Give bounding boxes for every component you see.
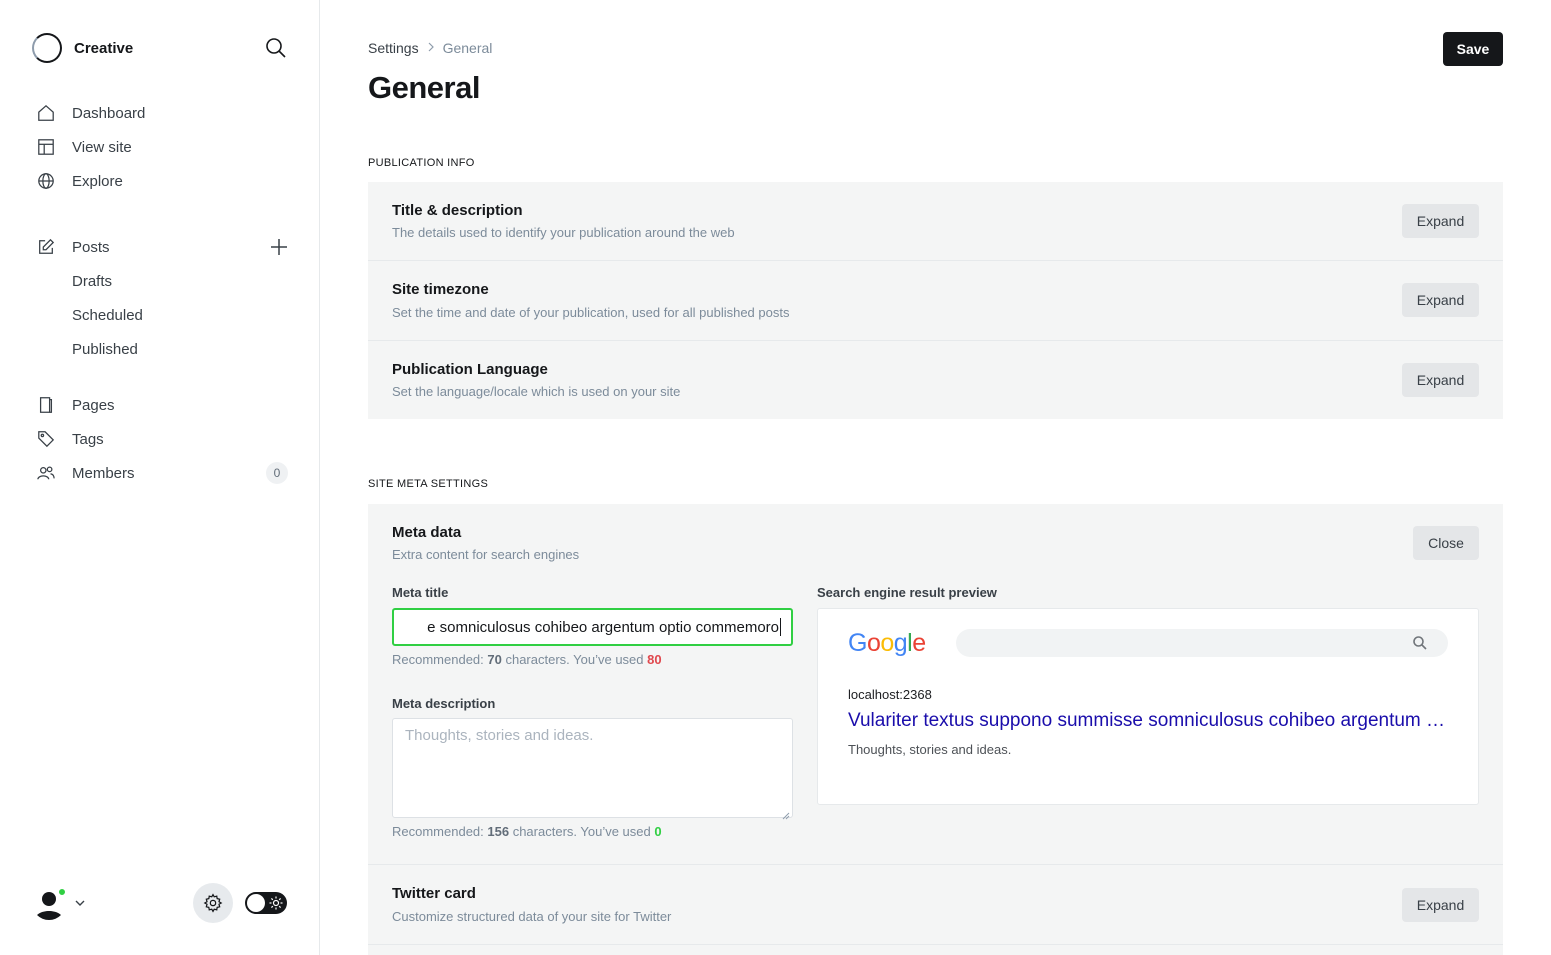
sidebar-item-scheduled[interactable]: Scheduled <box>72 303 143 327</box>
hint-recommended-count: 156 <box>487 824 510 839</box>
row-description: Set the time and date of your publicatio… <box>392 305 790 320</box>
chevron-down-icon <box>74 897 86 909</box>
brand[interactable]: Creative <box>32 32 133 64</box>
serp-search-bar <box>956 629 1448 657</box>
meta-title-hint: Recommended: 70 characters. You’ve used … <box>392 652 662 667</box>
row-title: Title & description <box>392 202 523 219</box>
sidebar-item-members[interactable]: Members <box>36 461 135 485</box>
online-status-dot <box>57 887 67 897</box>
edit-icon <box>36 237 56 257</box>
dark-mode-toggle[interactable] <box>245 892 287 914</box>
layout-icon <box>36 137 56 157</box>
serp-description: Thoughts, stories and ideas. <box>848 742 1012 757</box>
meta-description-label: Meta description <box>392 696 496 711</box>
add-post-icon[interactable] <box>268 236 290 258</box>
row-title: Publication Language <box>392 361 548 378</box>
close-button[interactable]: Close <box>1413 526 1479 560</box>
expand-button[interactable]: Expand <box>1402 363 1479 397</box>
sun-icon <box>268 895 284 911</box>
expand-button[interactable]: Expand <box>1402 283 1479 317</box>
sidebar-item-label: Explore <box>72 172 123 190</box>
row-description: Set the language/locale which is used on… <box>392 384 681 399</box>
sidebar-item-view-site[interactable]: View site <box>36 135 132 159</box>
sidebar-item-label: View site <box>72 138 132 156</box>
hint-text: characters. You’ve used <box>509 824 655 839</box>
row-description: Extra content for search engines <box>392 547 580 562</box>
expand-button[interactable]: Expand <box>1402 888 1479 922</box>
page-title: General <box>368 70 480 105</box>
serp-preview-label: Search engine result preview <box>817 585 997 600</box>
globe-icon <box>36 171 56 191</box>
resize-handle-icon[interactable] <box>782 807 790 820</box>
sidebar: Creative Dashboard View site Explore Pos… <box>0 0 320 955</box>
sidebar-item-label: Dashboard <box>72 104 146 122</box>
sidebar-item-label: Drafts <box>72 272 113 290</box>
row-title: Site timezone <box>392 281 489 298</box>
save-button[interactable]: Save <box>1443 32 1503 66</box>
breadcrumb-current: General <box>442 40 493 56</box>
hint-text: Recommended: <box>392 652 488 667</box>
search-engine-preview: Google localhost:2368 Vulariter textus s… <box>817 608 1479 805</box>
breadcrumb: Settings General <box>368 40 492 56</box>
hint-used-count: 80 <box>647 652 662 667</box>
meta-title-value: e somniculosus cohibeo argentum optio co… <box>427 618 779 636</box>
page-icon <box>36 395 56 415</box>
sidebar-item-explore[interactable]: Explore <box>36 169 123 193</box>
row-description: The details used to identify your public… <box>392 225 735 240</box>
serp-url: localhost:2368 <box>848 687 932 702</box>
hint-recommended-count: 70 <box>487 652 502 667</box>
toggle-knob <box>247 894 265 912</box>
chevron-right-icon <box>427 41 435 55</box>
sidebar-item-tags[interactable]: Tags <box>36 427 104 451</box>
row-description: Customize structured data of your site f… <box>392 909 672 924</box>
sidebar-item-label: Tags <box>72 430 104 448</box>
meta-description-hint: Recommended: 156 characters. You’ve used… <box>392 824 662 839</box>
google-logo: Google <box>848 629 926 657</box>
breadcrumb-settings-link[interactable]: Settings <box>368 40 419 56</box>
settings-row-site-timezone: Site timezone Set the time and date of y… <box>368 261 1503 341</box>
hint-used-count: 0 <box>654 824 662 839</box>
sidebar-item-pages[interactable]: Pages <box>36 393 115 417</box>
sidebar-item-label: Members <box>72 464 135 482</box>
sidebar-item-label: Posts <box>72 238 110 256</box>
row-title: Twitter card <box>392 885 476 902</box>
section-label-site-meta: SITE META SETTINGS <box>368 478 489 490</box>
sidebar-item-label: Pages <box>72 396 115 414</box>
gear-icon <box>203 893 223 913</box>
meta-title-label: Meta title <box>392 585 449 600</box>
expand-button[interactable]: Expand <box>1402 204 1479 238</box>
members-icon <box>36 463 56 483</box>
meta-description-placeholder: Thoughts, stories and ideas. <box>405 727 594 744</box>
search-icon <box>1412 635 1428 651</box>
sidebar-item-dashboard[interactable]: Dashboard <box>36 101 145 125</box>
hint-text: Recommended: <box>392 824 488 839</box>
brand-logo-icon <box>32 33 62 63</box>
publication-info-card: Title & description The details used to … <box>368 182 1503 419</box>
section-label-publication-info: PUBLICATION INFO <box>368 157 475 169</box>
text-caret <box>780 618 781 636</box>
tag-icon <box>36 429 56 449</box>
sidebar-item-label: Published <box>72 340 138 358</box>
serp-title[interactable]: Vulariter textus suppono summisse somnic… <box>848 710 1448 732</box>
sidebar-item-label: Scheduled <box>72 306 143 324</box>
settings-button[interactable] <box>193 883 233 923</box>
members-count-badge: 0 <box>266 462 288 484</box>
meta-title-input[interactable]: e somniculosus cohibeo argentum optio co… <box>392 608 793 646</box>
row-title: Meta data <box>392 524 462 541</box>
sidebar-item-published[interactable]: Published <box>72 337 138 361</box>
sidebar-item-drafts[interactable]: Drafts <box>72 269 112 293</box>
settings-row-twitter-card: Twitter card Customize structured data o… <box>368 865 1503 945</box>
search-icon[interactable] <box>264 36 288 60</box>
meta-description-textarea[interactable]: Thoughts, stories and ideas. <box>392 718 793 820</box>
settings-row-meta-data: Meta data Extra content for search engin… <box>368 504 1503 865</box>
brand-name: Creative <box>74 39 134 57</box>
settings-row-title-description: Title & description The details used to … <box>368 182 1503 261</box>
hint-text: characters. You’ve used <box>501 652 648 667</box>
settings-row-publication-language: Publication Language Set the language/lo… <box>368 341 1503 419</box>
site-meta-card: Meta data Extra content for search engin… <box>368 504 1503 955</box>
home-icon <box>36 103 56 123</box>
sidebar-item-posts[interactable]: Posts <box>36 235 110 259</box>
